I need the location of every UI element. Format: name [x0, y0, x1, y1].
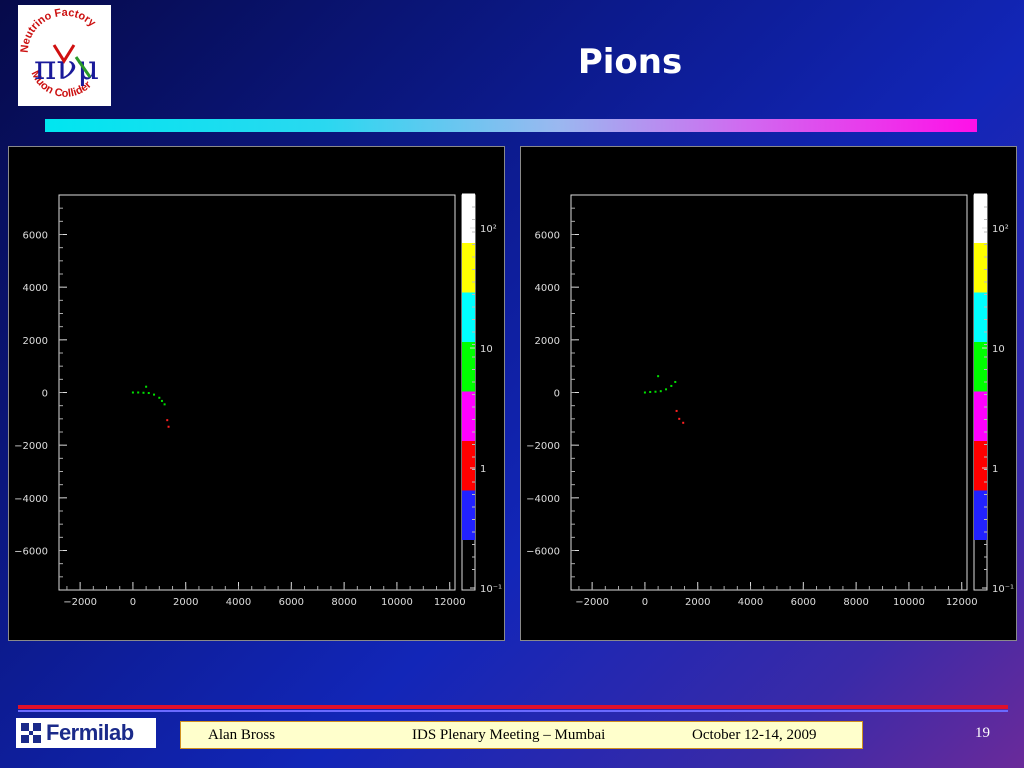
y-tick-label: −6000	[14, 547, 48, 558]
colorbar-band	[974, 243, 987, 293]
y-tick-label: −4000	[526, 494, 560, 505]
x-tick-label: −2000	[63, 597, 97, 608]
footer-divider-red	[18, 705, 1008, 709]
colorbar-label: 10²	[480, 224, 497, 235]
fermilab-mark-icon	[18, 720, 44, 746]
logo: Neutrino Factory Muon Collider πνμ	[18, 5, 111, 106]
header-gradient-bar	[45, 119, 977, 132]
colorbar-label: 10	[992, 344, 1005, 355]
fermilab-wordmark: Fermilab	[46, 720, 134, 745]
plot-panel-right: −2000 0 2000 4000 6000 8000 10000 12000 6000 4000…	[520, 146, 1017, 641]
y-tick-label: 4000	[535, 283, 560, 294]
x-tick-label: −2000	[575, 597, 609, 608]
data-point	[160, 399, 163, 402]
pion-scatter-plot-left: −2000 0 2000 4000 6000 8000 10000 1200060004000…	[14, 193, 502, 608]
y-tick-label: −2000	[526, 441, 560, 452]
data-point	[147, 392, 150, 395]
colorbar-band	[462, 342, 475, 392]
y-tick-label: 0	[554, 389, 560, 400]
x-tick-label: 12000	[946, 597, 978, 608]
data-point	[678, 417, 681, 420]
colorbar-band	[462, 490, 475, 540]
data-point	[675, 409, 678, 412]
colorbar-band	[974, 292, 987, 342]
plot-frame	[58, 194, 456, 591]
x-tick-label: 2000	[685, 597, 710, 608]
data-point	[158, 396, 161, 399]
y-tick-label: 6000	[535, 231, 560, 242]
x-tick-label: 4000	[226, 597, 251, 608]
x-tick-label: 4000	[738, 597, 763, 608]
colorbar-band	[974, 391, 987, 441]
y-tick-label: −6000	[526, 547, 560, 558]
colorbar-band	[462, 193, 475, 243]
y-tick-label: 6000	[23, 231, 48, 242]
x-tick-label: 6000	[279, 597, 304, 608]
logo-top-text: Neutrino Factory	[19, 7, 99, 54]
y-tick-label: −4000	[14, 494, 48, 505]
colorbar-label: 10⁻¹	[480, 584, 502, 595]
colorbar-label: 1	[480, 464, 486, 475]
data-point	[643, 391, 646, 394]
footer-meeting: IDS Plenary Meeting – Mumbai	[412, 727, 606, 743]
data-point	[657, 375, 660, 378]
colorbar-band	[974, 193, 987, 243]
x-tick-label: 10000	[893, 597, 925, 608]
data-point	[659, 390, 662, 393]
svg-text:Neutrino Factory: Neutrino Factory	[19, 7, 99, 54]
colorbar-label: 1	[992, 464, 998, 475]
plot-panel-left: −2000 0 2000 4000 6000 8000 10000 12000 6000 4000…	[8, 146, 505, 641]
page-number: 19	[975, 725, 990, 741]
data-point	[665, 388, 668, 391]
colorbar-label: 10⁻¹	[992, 584, 1014, 595]
data-point	[670, 384, 673, 387]
data-point	[137, 391, 140, 394]
colorbar-band	[462, 391, 475, 441]
x-tick-label: 6000	[791, 597, 816, 608]
logo-symbols: πνμ	[34, 48, 99, 88]
y-tick-label: 2000	[23, 336, 48, 347]
plot-frame	[570, 194, 968, 591]
y-tick-label: 2000	[535, 336, 560, 347]
y-tick-label: 4000	[23, 283, 48, 294]
data-point	[153, 393, 156, 396]
x-tick-label: 0	[642, 597, 648, 608]
x-tick-label: 0	[130, 597, 136, 608]
data-point	[654, 390, 657, 393]
colorbar-band	[974, 441, 987, 491]
y-tick-label: −2000	[14, 441, 48, 452]
colorbar-band	[462, 441, 475, 491]
pion-scatter-plot-right: −2000 0 2000 4000 6000 8000 10000 1200060004000…	[526, 193, 1014, 608]
footer-date: October 12-14, 2009	[692, 727, 817, 743]
data-point	[674, 380, 677, 383]
colorbar-label: 10²	[992, 224, 1009, 235]
slide-title: Pions	[577, 42, 683, 82]
footer-author: Alan Bross	[208, 727, 276, 743]
neutrino-factory-logo-icon: Neutrino Factory Muon Collider πνμ	[19, 7, 99, 100]
x-tick-label: 2000	[173, 597, 198, 608]
data-point	[142, 391, 145, 394]
colorbar-band	[462, 292, 475, 342]
data-point	[649, 390, 652, 393]
data-point	[166, 419, 169, 422]
x-tick-label: 8000	[843, 597, 868, 608]
data-point	[682, 421, 685, 424]
colorbar-band	[974, 342, 987, 392]
fermilab-logo: Fermilab	[16, 718, 156, 748]
x-tick-label: 10000	[381, 597, 413, 608]
x-tick-label: 8000	[331, 597, 356, 608]
footer-info-box: Alan Bross IDS Plenary Meeting – Mumbai …	[180, 721, 863, 749]
y-tick-label: 0	[42, 389, 48, 400]
colorbar-band	[462, 243, 475, 293]
data-point	[131, 391, 134, 394]
colorbar-band	[974, 490, 987, 540]
data-point	[163, 403, 166, 406]
x-tick-label: 12000	[434, 597, 466, 608]
data-point	[167, 425, 170, 428]
data-point	[145, 385, 148, 388]
footer-divider-blue	[18, 710, 1008, 712]
colorbar-label: 10	[480, 344, 493, 355]
